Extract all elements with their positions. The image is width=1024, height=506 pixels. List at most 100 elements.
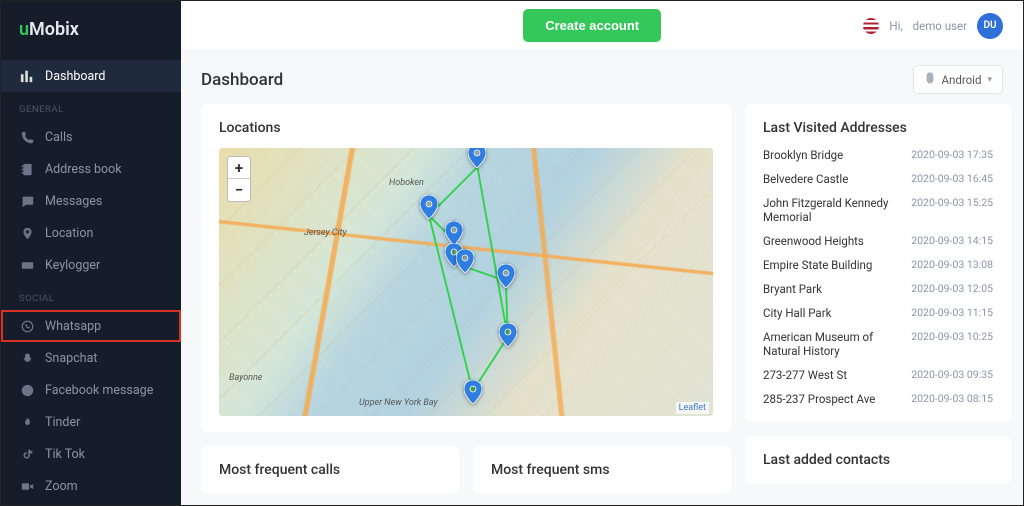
map-pin[interactable] bbox=[497, 264, 515, 288]
map-pin[interactable] bbox=[420, 195, 438, 219]
card-title: Locations bbox=[219, 120, 713, 136]
logo-prefix: u bbox=[19, 19, 29, 40]
video-icon bbox=[19, 478, 35, 494]
card-title: Last Visited Addresses bbox=[763, 120, 993, 136]
sidebar-item-zoom[interactable]: Zoom bbox=[1, 470, 181, 502]
sidebar-item-whatsapp[interactable]: Whatsapp bbox=[1, 310, 181, 342]
user-menu[interactable]: Hi, demo user DU bbox=[863, 13, 1003, 39]
address-time: 2020-09-03 10:25 bbox=[911, 330, 993, 343]
sidebar-item-dashboard[interactable]: Dashboard bbox=[1, 60, 181, 92]
sidebar-item-label: Keylogger bbox=[45, 258, 100, 273]
address-time: 2020-09-03 16:45 bbox=[911, 172, 993, 185]
keyboard-icon bbox=[19, 257, 35, 273]
address-time: 2020-09-03 14:15 bbox=[911, 234, 993, 247]
address-time: 2020-09-03 08:15 bbox=[911, 392, 993, 405]
pin-icon bbox=[19, 225, 35, 241]
address-time: 2020-09-03 11:15 bbox=[911, 306, 993, 319]
sidebar-item-keylogger[interactable]: Keylogger bbox=[1, 249, 181, 281]
address-time: 2020-09-03 17:35 bbox=[911, 148, 993, 161]
address-row[interactable]: Brooklyn Bridge 2020-09-03 17:35 bbox=[763, 148, 993, 162]
tinder-icon bbox=[19, 414, 35, 430]
sidebar-item-label: Whatsapp bbox=[45, 319, 101, 334]
address-row[interactable]: American Museum of Natural History 2020-0… bbox=[763, 330, 993, 358]
sidebar-item-label: Calls bbox=[45, 130, 72, 145]
address-name: Greenwood Heights bbox=[763, 234, 903, 248]
card-title: Last added contacts bbox=[763, 452, 993, 468]
address-name: John Fitzgerald Kennedy Memorial bbox=[763, 196, 903, 224]
address-row[interactable]: Empire State Building 2020-09-03 13:08 bbox=[763, 258, 993, 272]
user-name: demo user bbox=[913, 19, 967, 33]
address-row[interactable]: Belvedere Castle2020-09-03 16:45 bbox=[763, 172, 993, 186]
last-visited-card: Last Visited Addresses Brooklyn Bridge 20… bbox=[745, 104, 1011, 422]
tiktok-icon bbox=[19, 446, 35, 462]
map-pin[interactable] bbox=[456, 249, 474, 273]
sidebar-item-address-book[interactable]: Address book bbox=[1, 153, 181, 185]
sidebar-section-social: SOCIAL bbox=[1, 281, 181, 310]
address-time: 2020-09-03 13:08 bbox=[911, 258, 993, 271]
logo[interactable]: uMobix bbox=[1, 15, 181, 60]
sidebar-item-label: Zoom bbox=[45, 479, 78, 494]
greeting-prefix: Hi, bbox=[889, 19, 902, 33]
sidebar-item-label: Dashboard bbox=[45, 69, 105, 84]
sidebar-item-label: Facebook message bbox=[45, 383, 153, 398]
most-frequent-calls-card: Most frequent calls bbox=[201, 446, 459, 494]
card-title: Most frequent sms bbox=[491, 462, 713, 478]
address-name: Empire State Building bbox=[763, 258, 903, 272]
page-title: Dashboard bbox=[201, 70, 283, 90]
whatsapp-icon bbox=[19, 318, 35, 334]
sidebar-item-tinder[interactable]: Tinder bbox=[1, 406, 181, 438]
address-row[interactable]: Bryant Park 2020-09-03 12:05 bbox=[763, 282, 993, 296]
sidebar: uMobix Dashboard GENERAL Calls Address b… bbox=[1, 1, 181, 505]
address-row[interactable]: City Hall Park 2020-09-03 11:15 bbox=[763, 306, 993, 320]
address-name: City Hall Park bbox=[763, 306, 903, 320]
sidebar-item-label: Location bbox=[45, 226, 93, 241]
address-row[interactable]: 285-237 Prospect Ave2020-09-03 08:15 bbox=[763, 392, 993, 406]
os-label: Android bbox=[942, 73, 982, 87]
sidebar-item-location[interactable]: Location bbox=[1, 217, 181, 249]
sidebar-item-snapchat[interactable]: Snapchat bbox=[1, 342, 181, 374]
book-icon bbox=[19, 161, 35, 177]
sidebar-section-general: GENERAL bbox=[1, 92, 181, 121]
dashboard-icon bbox=[19, 68, 35, 84]
address-row[interactable]: 273-277 West St 2020-09-03 09:35 bbox=[763, 368, 993, 382]
last-added-contacts-card: Last added contacts bbox=[745, 436, 1011, 484]
map-pin[interactable] bbox=[499, 323, 517, 347]
zoom-out-button[interactable]: − bbox=[228, 179, 250, 201]
address-name: American Museum of Natural History bbox=[763, 330, 903, 358]
address-name: 273-277 West St bbox=[763, 368, 903, 382]
map[interactable]: HobokenJersey CityBayonneUpper New York … bbox=[219, 148, 713, 416]
sidebar-item-facebook-message[interactable]: Facebook message bbox=[1, 374, 181, 406]
map-zoom-control: + − bbox=[227, 156, 251, 202]
address-name: Brooklyn Bridge bbox=[763, 148, 903, 162]
android-icon bbox=[924, 72, 936, 87]
zoom-in-button[interactable]: + bbox=[228, 157, 250, 179]
create-account-button[interactable]: Create account bbox=[523, 9, 661, 42]
os-selector[interactable]: Android ▾ bbox=[913, 65, 1004, 94]
map-pin[interactable] bbox=[464, 380, 482, 404]
most-frequent-sms-card: Most frequent sms bbox=[473, 446, 731, 494]
locations-card: Locations HobokenJersey CityBayonneUpper… bbox=[201, 104, 731, 432]
address-time: 2020-09-03 15:25 bbox=[911, 196, 993, 209]
map-path-lines bbox=[219, 148, 713, 403]
address-row[interactable]: John Fitzgerald Kennedy Memorial 2020-09-… bbox=[763, 196, 993, 224]
chevron-down-icon: ▾ bbox=[987, 75, 992, 85]
sidebar-item-label: Tik Tok bbox=[45, 447, 85, 462]
messenger-icon bbox=[19, 382, 35, 398]
address-row[interactable]: Greenwood Heights 2020-09-03 14:15 bbox=[763, 234, 993, 248]
topbar: Create account Hi, demo user DU bbox=[181, 1, 1023, 51]
map-pin[interactable] bbox=[468, 148, 486, 168]
card-title: Most frequent calls bbox=[219, 462, 441, 478]
sidebar-item-calls[interactable]: Calls bbox=[1, 121, 181, 153]
sidebar-item-label: Messages bbox=[45, 194, 102, 209]
avatar: DU bbox=[977, 13, 1003, 39]
sidebar-item-label: Tinder bbox=[45, 415, 80, 430]
map-attribution[interactable]: Leaflet bbox=[676, 402, 709, 414]
phone-icon bbox=[19, 129, 35, 145]
sidebar-item-tiktok[interactable]: Tik Tok bbox=[1, 438, 181, 470]
address-time: 2020-09-03 12:05 bbox=[911, 282, 993, 295]
address-time: 2020-09-03 09:35 bbox=[911, 368, 993, 381]
sidebar-item-messages[interactable]: Messages bbox=[1, 185, 181, 217]
map-pin[interactable] bbox=[445, 221, 463, 245]
address-name: Bryant Park bbox=[763, 282, 903, 296]
snapchat-icon bbox=[19, 350, 35, 366]
